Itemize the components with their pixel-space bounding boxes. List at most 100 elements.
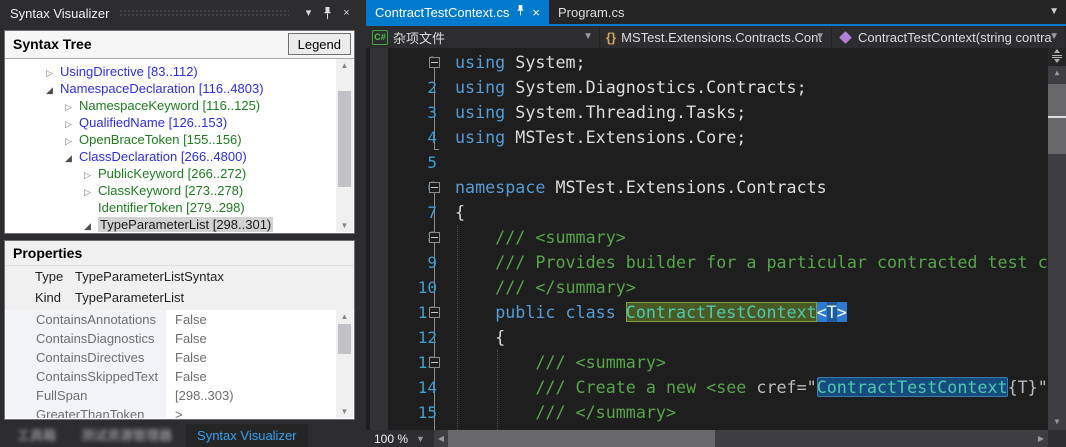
tree-node[interactable]: ◢NamespaceDeclaration [116..4803) (6, 80, 336, 97)
document-tab[interactable]: ContractTestContext.cs× (366, 0, 549, 24)
collapse-icon[interactable]: ◢ (84, 218, 98, 232)
line-number: 8 (366, 225, 437, 250)
scroll-up-icon[interactable]: ▲ (336, 59, 353, 72)
line-number: 2 (366, 75, 437, 100)
collapse-icon[interactable]: ◢ (65, 150, 79, 167)
chevron-down-icon[interactable]: ▼ (416, 434, 425, 444)
close-icon[interactable]: × (532, 6, 540, 19)
nav-dropdown[interactable]: {} MSTest.Extensions.Contracts.Cont▼ (600, 26, 832, 48)
tree-node[interactable]: ◢ClassDeclaration [266..4800) (6, 148, 336, 165)
tool-window-tab-bar: 工具箱测试资源管理器Syntax Visualizer (0, 424, 360, 447)
nav-dropdown[interactable]: ContractTestContext(string contra▼ (832, 26, 1066, 48)
tree-node[interactable]: IdentifierToken [279..298) (6, 199, 336, 216)
code-line[interactable]: 9 /// Provides builder for a particular … (366, 250, 1048, 275)
code-line[interactable]: 12 { (366, 325, 1048, 350)
tool-window-tab[interactable]: 测试资源管理器 (70, 424, 183, 447)
code-line[interactable]: 15 /// </summary> (366, 400, 1048, 425)
fold-toggle-icon[interactable] (429, 232, 440, 243)
pin-icon[interactable] (318, 4, 337, 22)
document-tab-bar: ContractTestContext.cs×Program.cs ▼ (366, 0, 1066, 24)
pin-icon[interactable] (516, 5, 525, 20)
tree-node[interactable]: ▷PublicKeyword [266..272) (6, 165, 336, 182)
code-line[interactable]: 7{ (366, 200, 1048, 225)
tree-node[interactable]: ▷QualifiedName [126..153) (6, 114, 336, 131)
close-icon[interactable]: × (337, 4, 356, 22)
tree-node[interactable]: ▷UsingDirective [83..112) (6, 63, 336, 80)
tree-node-label: OpenBraceToken [155..156) (79, 132, 242, 147)
property-name: ContainsAnnotations (6, 310, 166, 329)
tree-scrollbar[interactable]: ▲ ▼ (336, 59, 353, 232)
csharp-project-icon: C# (372, 30, 388, 45)
scroll-up-icon[interactable]: ▲ (1048, 66, 1066, 80)
scrollbar-thumb[interactable] (338, 324, 351, 354)
horizontal-scrollbar[interactable]: ◀ ▶ (434, 430, 1048, 447)
scroll-down-icon[interactable]: ▼ (336, 405, 353, 418)
code-line[interactable]: 3using System.Threading.Tasks; (366, 100, 1048, 125)
document-tab[interactable]: Program.cs (549, 0, 633, 24)
property-row[interactable]: FullSpan[298..303) (6, 386, 353, 405)
syntax-tree-title: Syntax Tree (13, 36, 92, 52)
code-area[interactable]: 1using System;2using System.Diagnostics.… (366, 48, 1066, 430)
collapse-icon[interactable]: ◢ (46, 82, 60, 99)
code-line[interactable]: 11 public class ContractTestContext<T> (366, 300, 1048, 325)
property-row[interactable]: ContainsDirectivesFalse (6, 348, 353, 367)
scroll-down-icon[interactable]: ▼ (1048, 415, 1066, 429)
panel-splitter[interactable] (358, 0, 366, 447)
scrollbar-thumb[interactable] (448, 430, 715, 447)
code-line-text: /// </summary> (455, 400, 676, 425)
code-line-text: using System.Threading.Tasks; (455, 100, 746, 125)
tree-node[interactable]: ◢TypeParameterList [298..301) (6, 216, 336, 232)
line-number: 10 (366, 275, 437, 300)
properties-meta: TypeTypeParameterListSyntaxKindTypeParam… (5, 266, 354, 310)
code-line[interactable]: 1using System; (366, 50, 1048, 75)
nav-dropdown[interactable]: C#杂项文件▼ (366, 26, 600, 48)
tree-node[interactable]: ▷ClassKeyword [273..278) (6, 182, 336, 199)
scrollbar-thumb[interactable] (1048, 84, 1066, 154)
fold-toggle-icon[interactable] (429, 57, 440, 68)
code-line[interactable]: 14 /// Create a new <see cref="ContractT… (366, 375, 1048, 400)
property-row[interactable]: GreaterThanToken> (6, 405, 353, 418)
tool-window-tab[interactable]: 工具箱 (6, 424, 67, 447)
tree-node[interactable]: ▷OpenBraceToken [155..156) (6, 131, 336, 148)
code-line[interactable]: 10 /// </summary> (366, 275, 1048, 300)
chevron-down-icon[interactable]: ▼ (583, 32, 593, 42)
property-meta-row: KindTypeParameterList (5, 287, 354, 308)
zoom-control[interactable]: 100 % ▼ (366, 430, 434, 447)
code-line[interactable]: 13 /// <summary> (366, 350, 1048, 375)
property-row[interactable]: ContainsAnnotationsFalse (6, 310, 353, 329)
chevron-down-icon[interactable]: ▼ (1049, 32, 1059, 42)
property-row[interactable]: ContainsSkippedTextFalse (6, 367, 353, 386)
code-line[interactable]: 8 /// <summary> (366, 225, 1048, 250)
syntax-tree: ▷UsingDirective [83..112)◢NamespaceDecla… (6, 59, 336, 232)
code-line[interactable]: 2using System.Diagnostics.Contracts; (366, 75, 1048, 100)
code-line[interactable]: 4using MSTest.Extensions.Core; (366, 125, 1048, 150)
tool-window-titlebar[interactable]: Syntax Visualizer ▾ × (0, 0, 360, 26)
tree-node-label: PublicKeyword [266..272) (98, 166, 246, 181)
property-meta-row: TypeTypeParameterListSyntax (5, 266, 354, 287)
split-editor-handle[interactable] (1048, 48, 1066, 66)
property-row[interactable]: ContainsDiagnosticsFalse (6, 329, 353, 348)
fold-toggle-icon[interactable] (429, 307, 440, 318)
vertical-scrollbar[interactable]: ▲ ▼ (1048, 48, 1066, 430)
legend-button[interactable]: Legend (288, 33, 351, 55)
fold-toggle-icon[interactable] (429, 182, 440, 193)
nav-dropdown-label: MSTest.Extensions.Contracts.Cont (621, 30, 822, 45)
property-value: [298..303) (166, 386, 353, 405)
line-number: 12 (366, 325, 437, 350)
fold-toggle-icon[interactable] (429, 357, 440, 368)
tree-node-label: TypeParameterList [298..301) (98, 217, 273, 232)
scroll-right-icon[interactable]: ▶ (1034, 430, 1048, 447)
window-menu-icon[interactable]: ▾ (299, 4, 318, 22)
tool-window-tab[interactable]: Syntax Visualizer (186, 424, 307, 447)
code-line[interactable]: 6namespace MSTest.Extensions.Contracts (366, 175, 1048, 200)
scroll-left-icon[interactable]: ◀ (434, 430, 448, 447)
scroll-down-icon[interactable]: ▼ (336, 219, 353, 232)
chevron-down-icon[interactable]: ▼ (815, 32, 825, 42)
document-list-dropdown-icon[interactable]: ▼ (1049, 6, 1059, 17)
properties-scrollbar[interactable]: ▲ ▼ (336, 310, 353, 418)
scrollbar-thumb[interactable] (338, 91, 351, 187)
tree-node[interactable]: ▷NamespaceKeyword [116..125) (6, 97, 336, 114)
scroll-up-icon[interactable]: ▲ (336, 310, 353, 323)
code-line[interactable]: 5 (366, 150, 1048, 175)
namespace-icon: {} (606, 30, 616, 45)
